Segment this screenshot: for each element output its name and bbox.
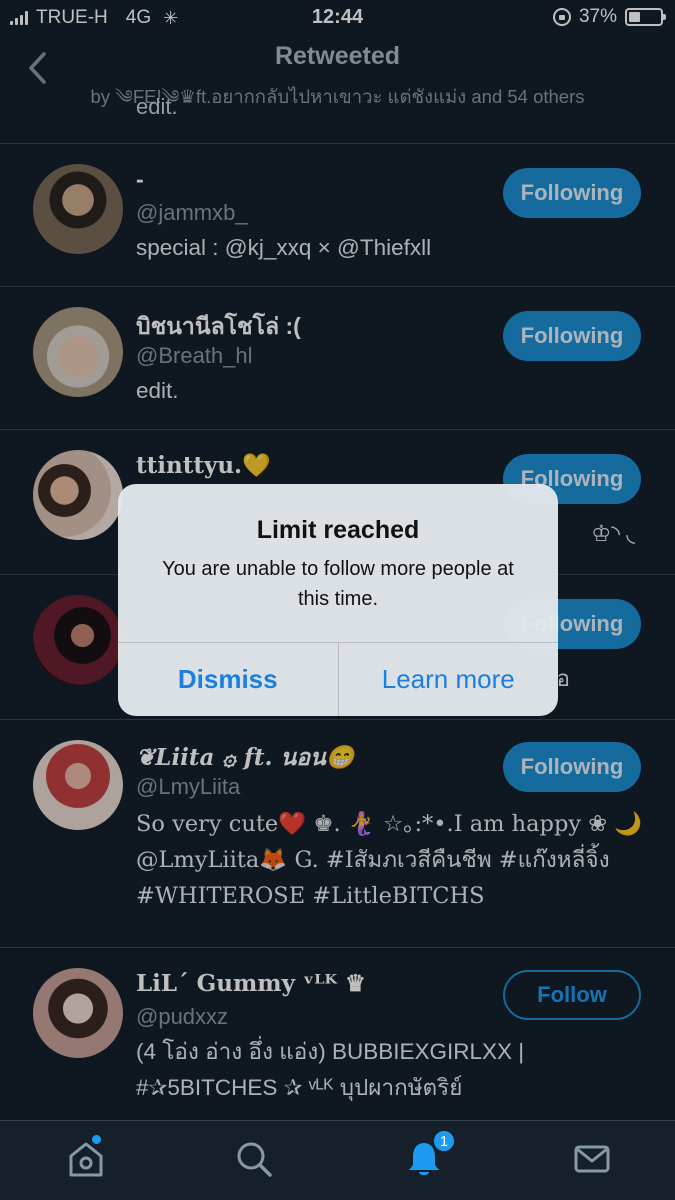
tab-messages[interactable] — [572, 1139, 612, 1179]
tab-bar: 1 — [0, 1120, 675, 1200]
notification-badge: 1 — [432, 1129, 456, 1153]
limit-alert-dialog: Limit reached You are unable to follow m… — [118, 484, 558, 716]
tab-notifications[interactable]: 1 — [404, 1129, 456, 1179]
mail-icon — [574, 1145, 610, 1173]
learn-more-button[interactable]: Learn more — [339, 643, 559, 716]
dialog-actions: Dismiss Learn more — [118, 642, 558, 716]
tab-home[interactable] — [66, 1135, 106, 1179]
dismiss-button[interactable]: Dismiss — [118, 643, 339, 716]
new-content-dot — [92, 1135, 101, 1144]
search-icon — [237, 1142, 272, 1177]
home-icon — [69, 1142, 103, 1177]
tab-search[interactable] — [234, 1139, 274, 1179]
dialog-title: Limit reached — [256, 516, 420, 544]
dialog-message: You are unable to follow more people at … — [162, 558, 514, 610]
